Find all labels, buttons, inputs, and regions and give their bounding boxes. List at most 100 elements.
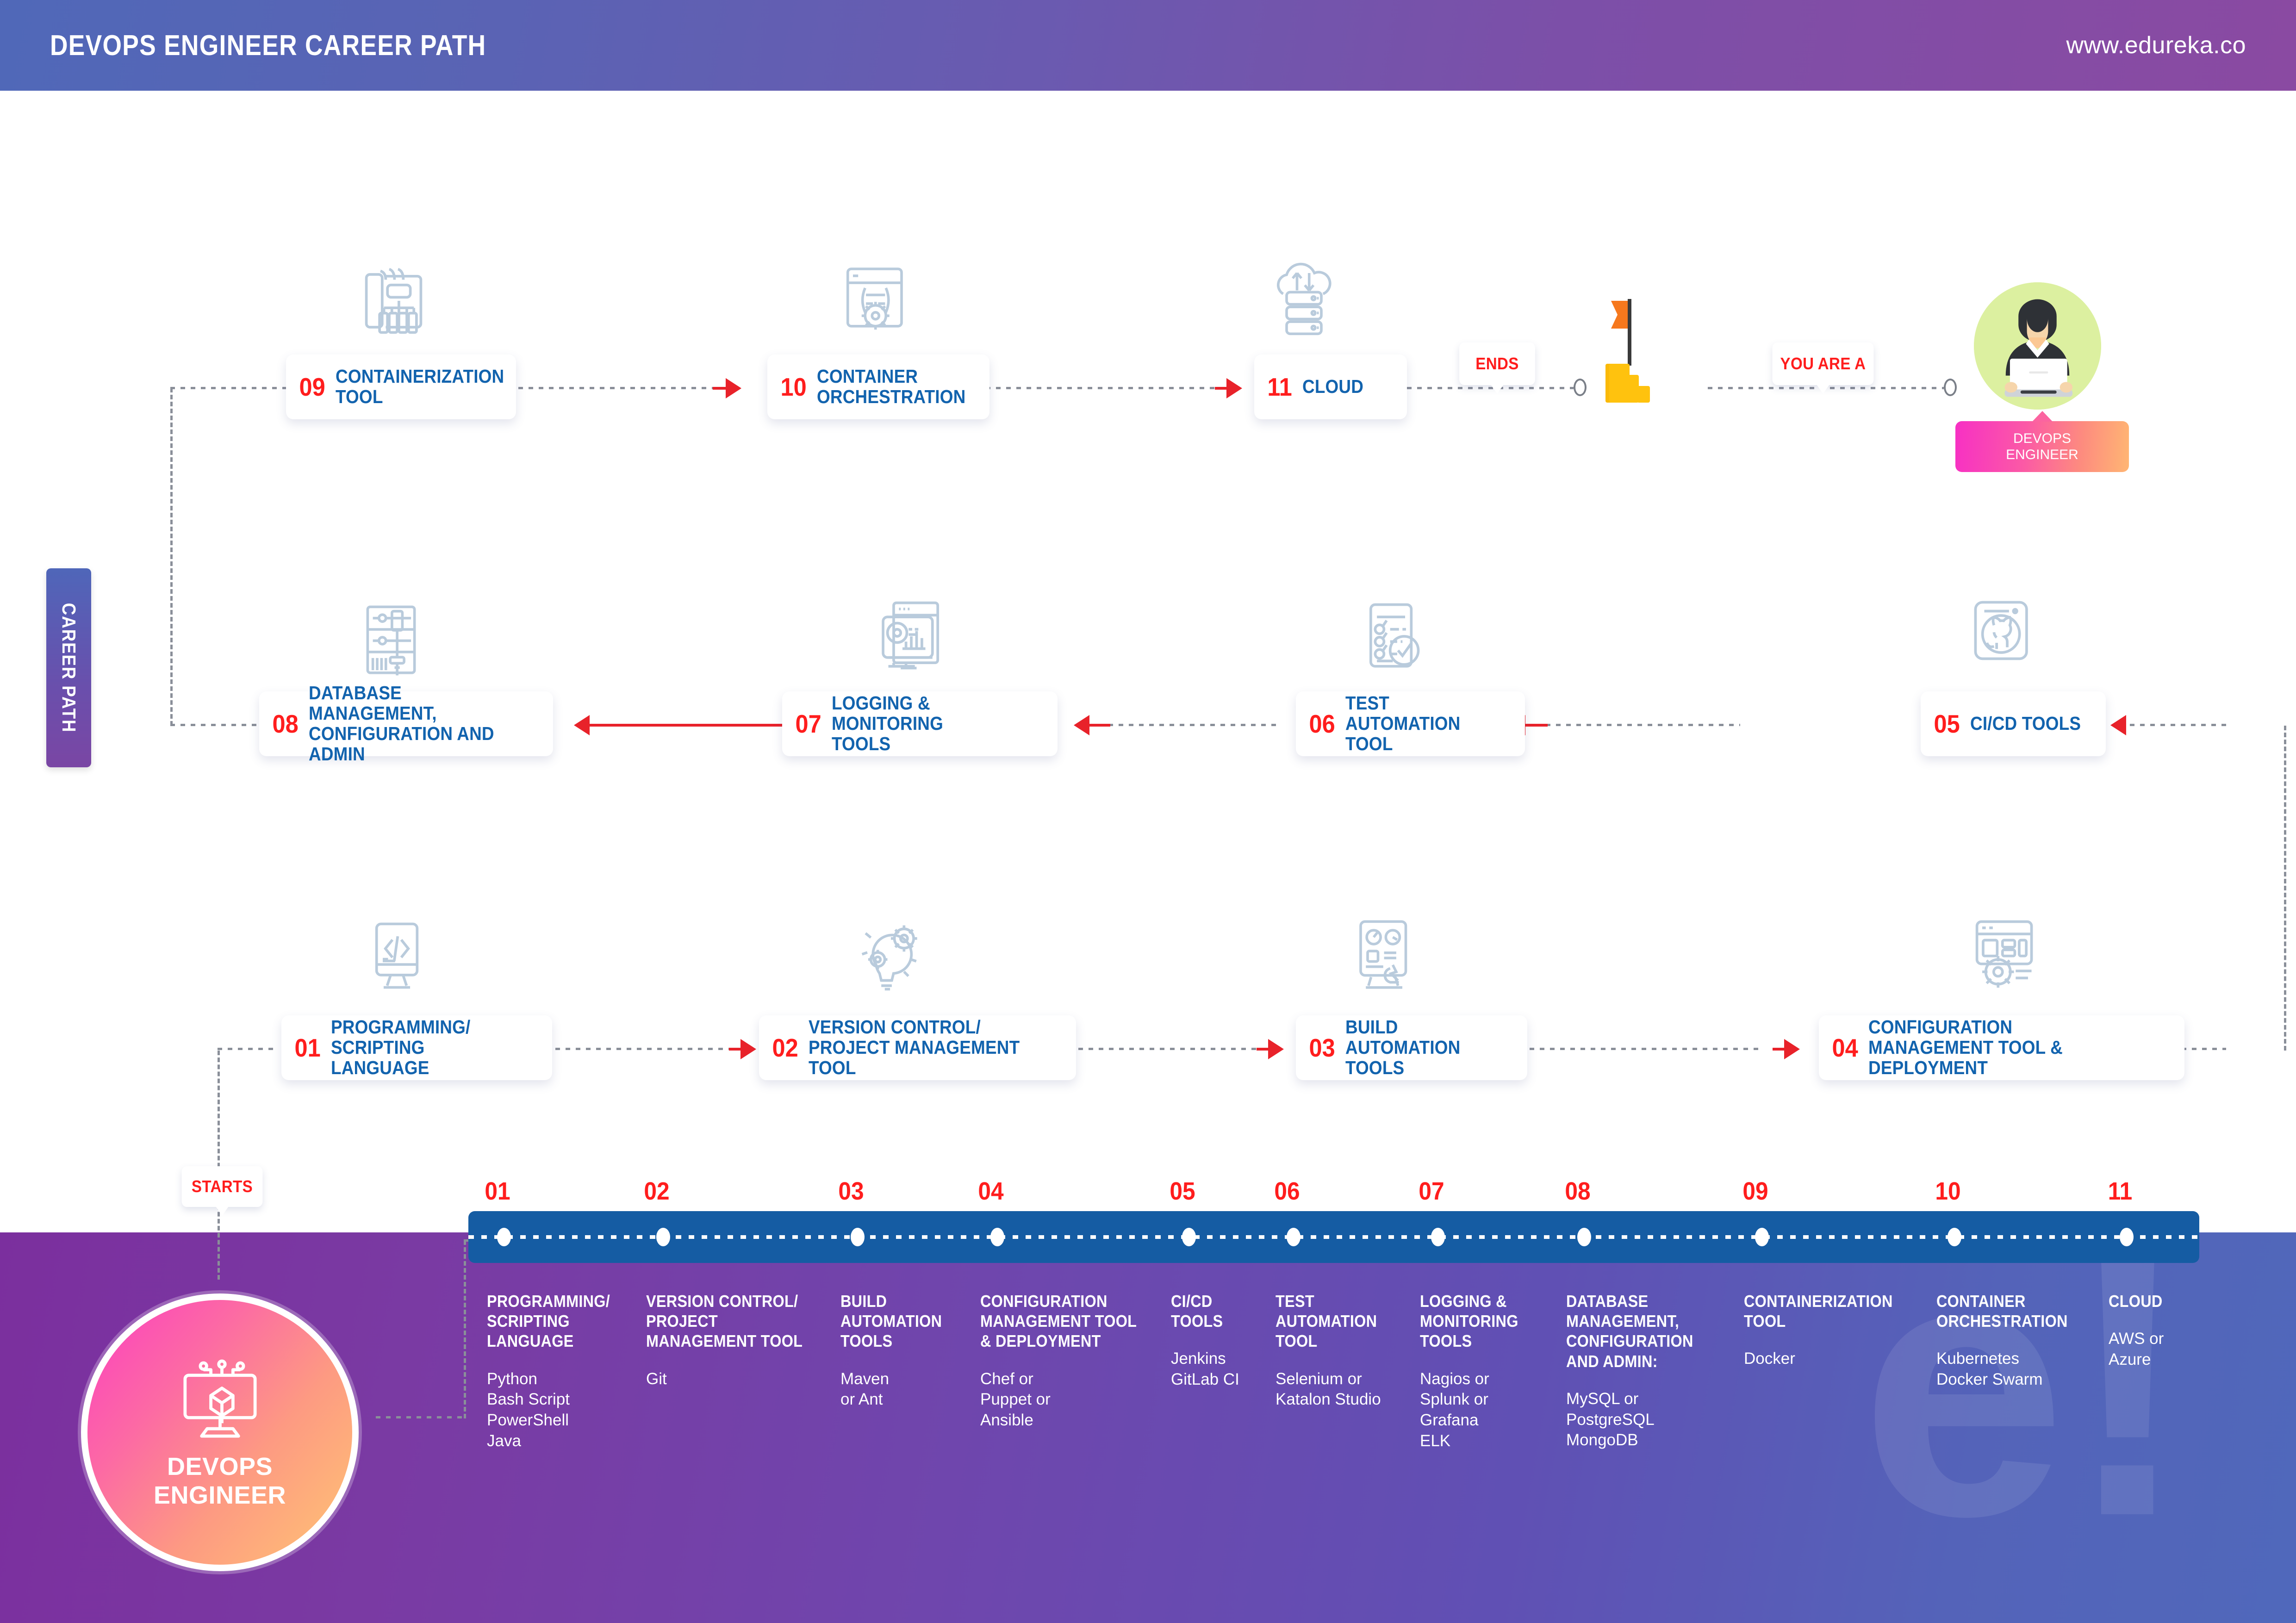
page-title: DEVOPS ENGINEER CAREER PATH: [50, 29, 486, 62]
timeline-node-04[interactable]: [990, 1228, 1004, 1246]
arrow-06-to-07: [1074, 715, 1089, 735]
step-card-05[interactable]: 05 CI/CD TOOLS: [1921, 691, 2106, 756]
timeline-node-10[interactable]: [1948, 1228, 1961, 1246]
step-number-11: 11: [1267, 373, 1292, 401]
step-card-07[interactable]: 07 LOGGING & MONITORING TOOLS: [782, 691, 1058, 756]
timeline-node-03[interactable]: [851, 1228, 865, 1246]
timeline-node-08[interactable]: [1577, 1228, 1591, 1246]
callout-starts: STARTS: [181, 1166, 263, 1216]
step-card-08[interactable]: 08 DATABASE MANAGEMENT, CONFIGURATION AN…: [259, 683, 553, 764]
step-label-06: TEST AUTOMATION TOOL: [1345, 692, 1461, 754]
window-gear-icon: [837, 262, 918, 338]
step-number-09: 09: [299, 373, 325, 401]
connector-05-to-06: [1546, 724, 1740, 726]
start-node-line2: ENGINEER: [153, 1481, 286, 1509]
gear-bulb-icon: [849, 914, 933, 993]
avatar-badge-line2: ENGINEER: [2006, 447, 2078, 462]
step-card-02[interactable]: 02 VERSION CONTROL/ PROJECT MANAGEMENT T…: [759, 1015, 1076, 1080]
legend-column-05: CI/CD TOOLS Jenkins GitLab CI: [1171, 1291, 1273, 1390]
legend-tools-11: AWS or Azure: [2109, 1330, 2164, 1368]
step-label-02: VERSION CONTROL/ PROJECT MANAGEMENT TOOL: [809, 1016, 1020, 1078]
timeline-dotted-line: [468, 1235, 2199, 1239]
timeline-node-06[interactable]: [1287, 1228, 1300, 1246]
step-label-05: CI/CD TOOLS: [1970, 713, 2081, 734]
devops-engineer-avatar: [1974, 282, 2101, 410]
legend-column-08: DATABASE MANAGEMENT, CONFIGURATION AND A…: [1566, 1291, 1747, 1451]
timeline-node-02[interactable]: [656, 1228, 670, 1246]
legend-title-11: CLOUD: [2109, 1292, 2163, 1311]
step-card-10[interactable]: 10 CONTAINER ORCHESTRATION: [767, 354, 989, 419]
step-card-03[interactable]: 03 BUILD AUTOMATION TOOLS: [1296, 1015, 1527, 1080]
timeline-number-06: 06: [1274, 1177, 1300, 1205]
connector-09-to-10: [518, 387, 713, 389]
timeline-node-05[interactable]: [1182, 1228, 1196, 1246]
endpoint-circle-left: [1574, 379, 1587, 396]
legend-title-03: BUILD AUTOMATION TOOLS: [840, 1292, 942, 1351]
connector-03-to-04: [1530, 1048, 1761, 1050]
step-card-11[interactable]: 11 CLOUD: [1254, 354, 1407, 419]
endpoint-circle-right: [1944, 379, 1957, 396]
legend-tools-08: MySQL or PostgreSQL MongoDB: [1566, 1389, 1655, 1449]
connector-02-to-03: [1078, 1048, 1263, 1050]
step-card-06[interactable]: 06 TEST AUTOMATION TOOL: [1296, 691, 1525, 756]
legend-tools-05: Jenkins GitLab CI: [1171, 1349, 1239, 1389]
step-card-01[interactable]: 01 PROGRAMMING/ SCRIPTING LANGUAGE: [281, 1015, 552, 1080]
avatar-role-badge: DEVOPS ENGINEER: [1955, 411, 2129, 472]
legend-tools-01: Python Bash Script PowerShell Java: [487, 1369, 570, 1450]
start-node-devops-engineer[interactable]: DEVOPS ENGINEER: [81, 1293, 359, 1571]
timeline-node-09[interactable]: [1755, 1228, 1769, 1246]
connector-start-vertical: [218, 1051, 220, 1280]
legend-tools-03: Maven or Ant: [840, 1369, 890, 1409]
legend-tools-09: Docker: [1744, 1349, 1795, 1368]
connector-start-to-01: [218, 1048, 278, 1050]
step-number-03: 03: [1309, 1033, 1335, 1062]
connector-11-to-flag: [1407, 387, 1574, 389]
timeline-number-05: 05: [1170, 1177, 1195, 1205]
arrow-stem-01-02: [729, 1048, 747, 1051]
step-card-04[interactable]: 04 CONFIGURATION MANAGEMENT TOOL & DEPLO…: [1819, 1015, 2184, 1080]
cloud-server-icon: [1263, 259, 1344, 336]
start-node-line1: DEVOPS: [167, 1453, 273, 1481]
config-window-gear-icon: [1965, 916, 2046, 990]
timeline-number-03: 03: [838, 1177, 864, 1205]
step-number-07: 07: [795, 709, 821, 738]
arrow-stem-10-11: [1215, 387, 1232, 390]
step-number-06: 06: [1309, 709, 1335, 738]
legend-column-06: TEST AUTOMATION TOOL Selenium or Katalon…: [1276, 1291, 1424, 1410]
step-label-10: CONTAINER ORCHESTRATION: [817, 366, 966, 407]
timeline-number-08: 08: [1565, 1177, 1591, 1205]
legend-tools-06: Selenium or Katalon Studio: [1276, 1369, 1381, 1409]
connector-01-to-02: [555, 1048, 736, 1050]
legend-title-07: LOGGING & MONITORING TOOLS: [1420, 1292, 1518, 1351]
connector-06-to-07: [1108, 724, 1280, 726]
step-card-09[interactable]: 09 CONTAINERIZATION TOOL: [286, 354, 516, 419]
brand-url[interactable]: www.edureka.co: [2066, 31, 2246, 59]
timeline-node-11[interactable]: [2120, 1228, 2134, 1246]
step-label-09: CONTAINERIZATION TOOL: [336, 366, 504, 407]
legend-column-11: CLOUD AWS or Azure: [2109, 1291, 2229, 1370]
timeline-number-02: 02: [644, 1177, 670, 1205]
legend-column-04: CONFIGURATION MANAGEMENT TOOL & DEPLOYME…: [980, 1291, 1170, 1431]
legend-column-02: VERSION CONTROL/ PROJECT MANAGEMENT TOOL…: [646, 1291, 831, 1389]
step-label-11: CLOUD: [1302, 376, 1364, 398]
legend-column-07: LOGGING & MONITORING TOOLS Nagios or Spl…: [1420, 1291, 1568, 1452]
callout-ends: ENDS: [1459, 342, 1535, 394]
arrow-stem-03-04: [1773, 1048, 1790, 1051]
timeline-number-07: 07: [1419, 1177, 1444, 1205]
github-cat-icon: [1965, 597, 2041, 671]
finish-flag-icon: [1585, 292, 1678, 410]
step-label-03: BUILD AUTOMATION TOOLS: [1345, 1016, 1461, 1078]
arrow-07-to-08: [574, 715, 590, 735]
container-ship-icon: [354, 264, 442, 338]
timeline-number-11: 11: [2108, 1177, 2133, 1205]
legend-tools-07: Nagios or Splunk or Grafana ELK: [1420, 1369, 1489, 1450]
arrow-stem-02-03: [1257, 1048, 1274, 1051]
timeline-node-07[interactable]: [1431, 1228, 1445, 1246]
legend-column-01: PROGRAMMING/ SCRIPTING LANGUAGE Python B…: [487, 1291, 640, 1452]
timeline-node-01[interactable]: [497, 1228, 511, 1246]
checklist-check-icon: [1351, 599, 1432, 673]
connector-04-to-05-top: [2120, 724, 2226, 726]
career-path-tab-label: CAREER PATH: [58, 603, 80, 733]
legend-column-10: CONTAINER ORCHESTRATION Kubernetes Docke…: [1936, 1291, 2122, 1390]
step-label-04: CONFIGURATION MANAGEMENT TOOL & DEPLOYME…: [1868, 1016, 2063, 1078]
